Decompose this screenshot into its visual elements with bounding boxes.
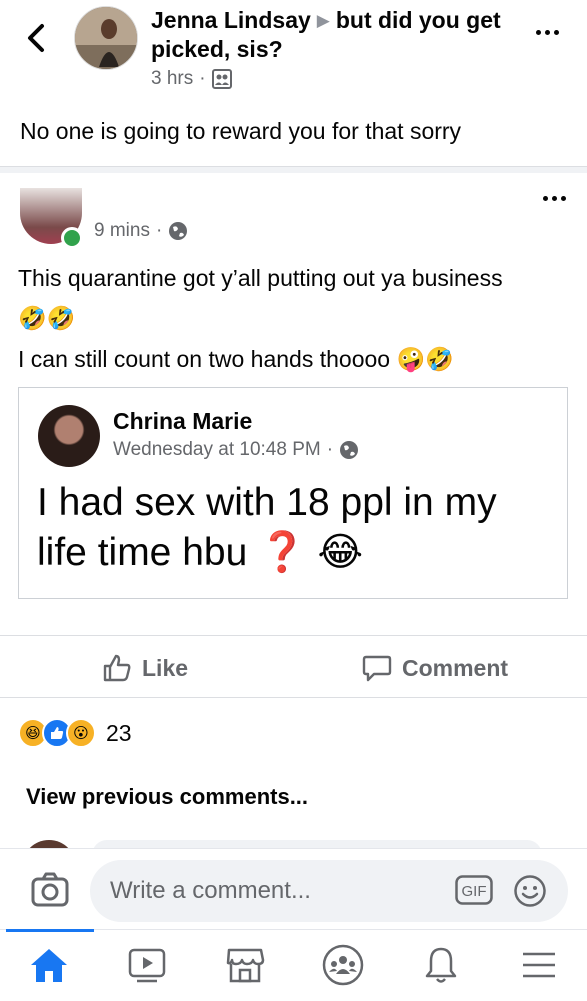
meta-separator: · [326, 439, 334, 460]
shared-post-text-1: This quarantine got y’all putting out ya… [18, 265, 503, 291]
gif-button[interactable]: GIF [455, 875, 493, 905]
video-play-icon [128, 948, 166, 983]
comment-button[interactable]: Comment [362, 650, 508, 686]
thumbs-up-icon [103, 654, 131, 682]
bottom-navigation [0, 929, 587, 1001]
like-label: Like [142, 654, 189, 681]
bell-icon [425, 947, 457, 983]
globe-icon [169, 222, 188, 240]
more-options-icon[interactable] [536, 30, 559, 35]
like-button[interactable]: Like [102, 650, 188, 686]
wow-reaction-icon: 😮 [66, 718, 96, 748]
quoted-post-text: I had sex with 18 ppl in my life time hb… [37, 478, 557, 578]
question-mark-icon: ❓ [258, 530, 307, 575]
comment-input[interactable] [90, 860, 568, 922]
meta-separator: · [199, 68, 206, 89]
shared-post-line-2: I can still count on two hands thoooo 🤪🤣 [18, 339, 573, 380]
active-tab-indicator [6, 929, 94, 932]
section-gap [0, 167, 587, 173]
marketplace-shop-icon [226, 948, 265, 983]
reaction-count: 23 [106, 719, 132, 746]
groups-icon [322, 944, 364, 986]
quoted-author-avatar[interactable] [38, 405, 100, 467]
home-tab[interactable] [23, 940, 75, 990]
post-meta: 3 hrs · [151, 68, 232, 90]
comment-bubble-icon [362, 655, 392, 682]
shared-post-meta: 9 mins · [94, 220, 188, 242]
comment-label: Comment [402, 654, 509, 681]
author-avatar[interactable] [74, 6, 138, 70]
shared-post-text-2: I can still count on two hands thoooo [18, 346, 391, 372]
gif-label: GIF [462, 883, 487, 900]
tears-of-joy-emoji-icon: 😂 [317, 530, 364, 575]
shared-post-time[interactable]: 9 mins [94, 220, 150, 242]
emoji-picker-icon[interactable] [513, 874, 547, 908]
back-arrow-icon[interactable] [22, 18, 50, 58]
groups-tab[interactable] [317, 940, 369, 990]
view-previous-comments-link[interactable]: View previous comments... [26, 784, 308, 810]
watch-tab[interactable] [121, 940, 173, 990]
camera-icon[interactable] [30, 870, 70, 910]
post-text: No one is going to reward you for that s… [20, 118, 462, 144]
marketplace-tab[interactable] [219, 940, 271, 990]
author-name[interactable]: Jenna Lindsay [151, 7, 311, 33]
shared-post-body: This quarantine got y’all putting out ya… [18, 258, 573, 380]
quoted-post-time[interactable]: Wednesday at 10:48 PM [113, 439, 321, 461]
globe-icon [340, 441, 359, 459]
meta-separator: · [155, 220, 163, 241]
divider [0, 697, 587, 698]
divider [0, 635, 587, 636]
more-options-icon[interactable] [543, 196, 566, 201]
reactions-summary[interactable]: 😆 😮 23 [18, 718, 132, 748]
zany-rofl-emoji-icon: 🤪🤣 [396, 347, 454, 373]
quoted-post-meta: Wednesday at 10:48 PM · [113, 439, 359, 461]
online-status-dot [61, 227, 83, 249]
quoted-author-name[interactable]: Chrina Marie [113, 408, 252, 435]
notifications-tab[interactable] [415, 940, 467, 990]
rofl-emoji-icon: 🤣🤣 [18, 306, 76, 332]
hamburger-menu-icon [523, 952, 555, 978]
home-icon [31, 949, 67, 982]
shared-to-arrow-icon: ▶ [316, 11, 330, 30]
shared-post-line-1: This quarantine got y’all putting out ya… [18, 258, 573, 298]
group-icon [211, 69, 232, 89]
menu-tab[interactable] [513, 940, 565, 990]
post-time[interactable]: 3 hrs [151, 68, 193, 90]
post-header-title: Jenna Lindsay ▶ but did you get picked, si… [151, 6, 511, 64]
